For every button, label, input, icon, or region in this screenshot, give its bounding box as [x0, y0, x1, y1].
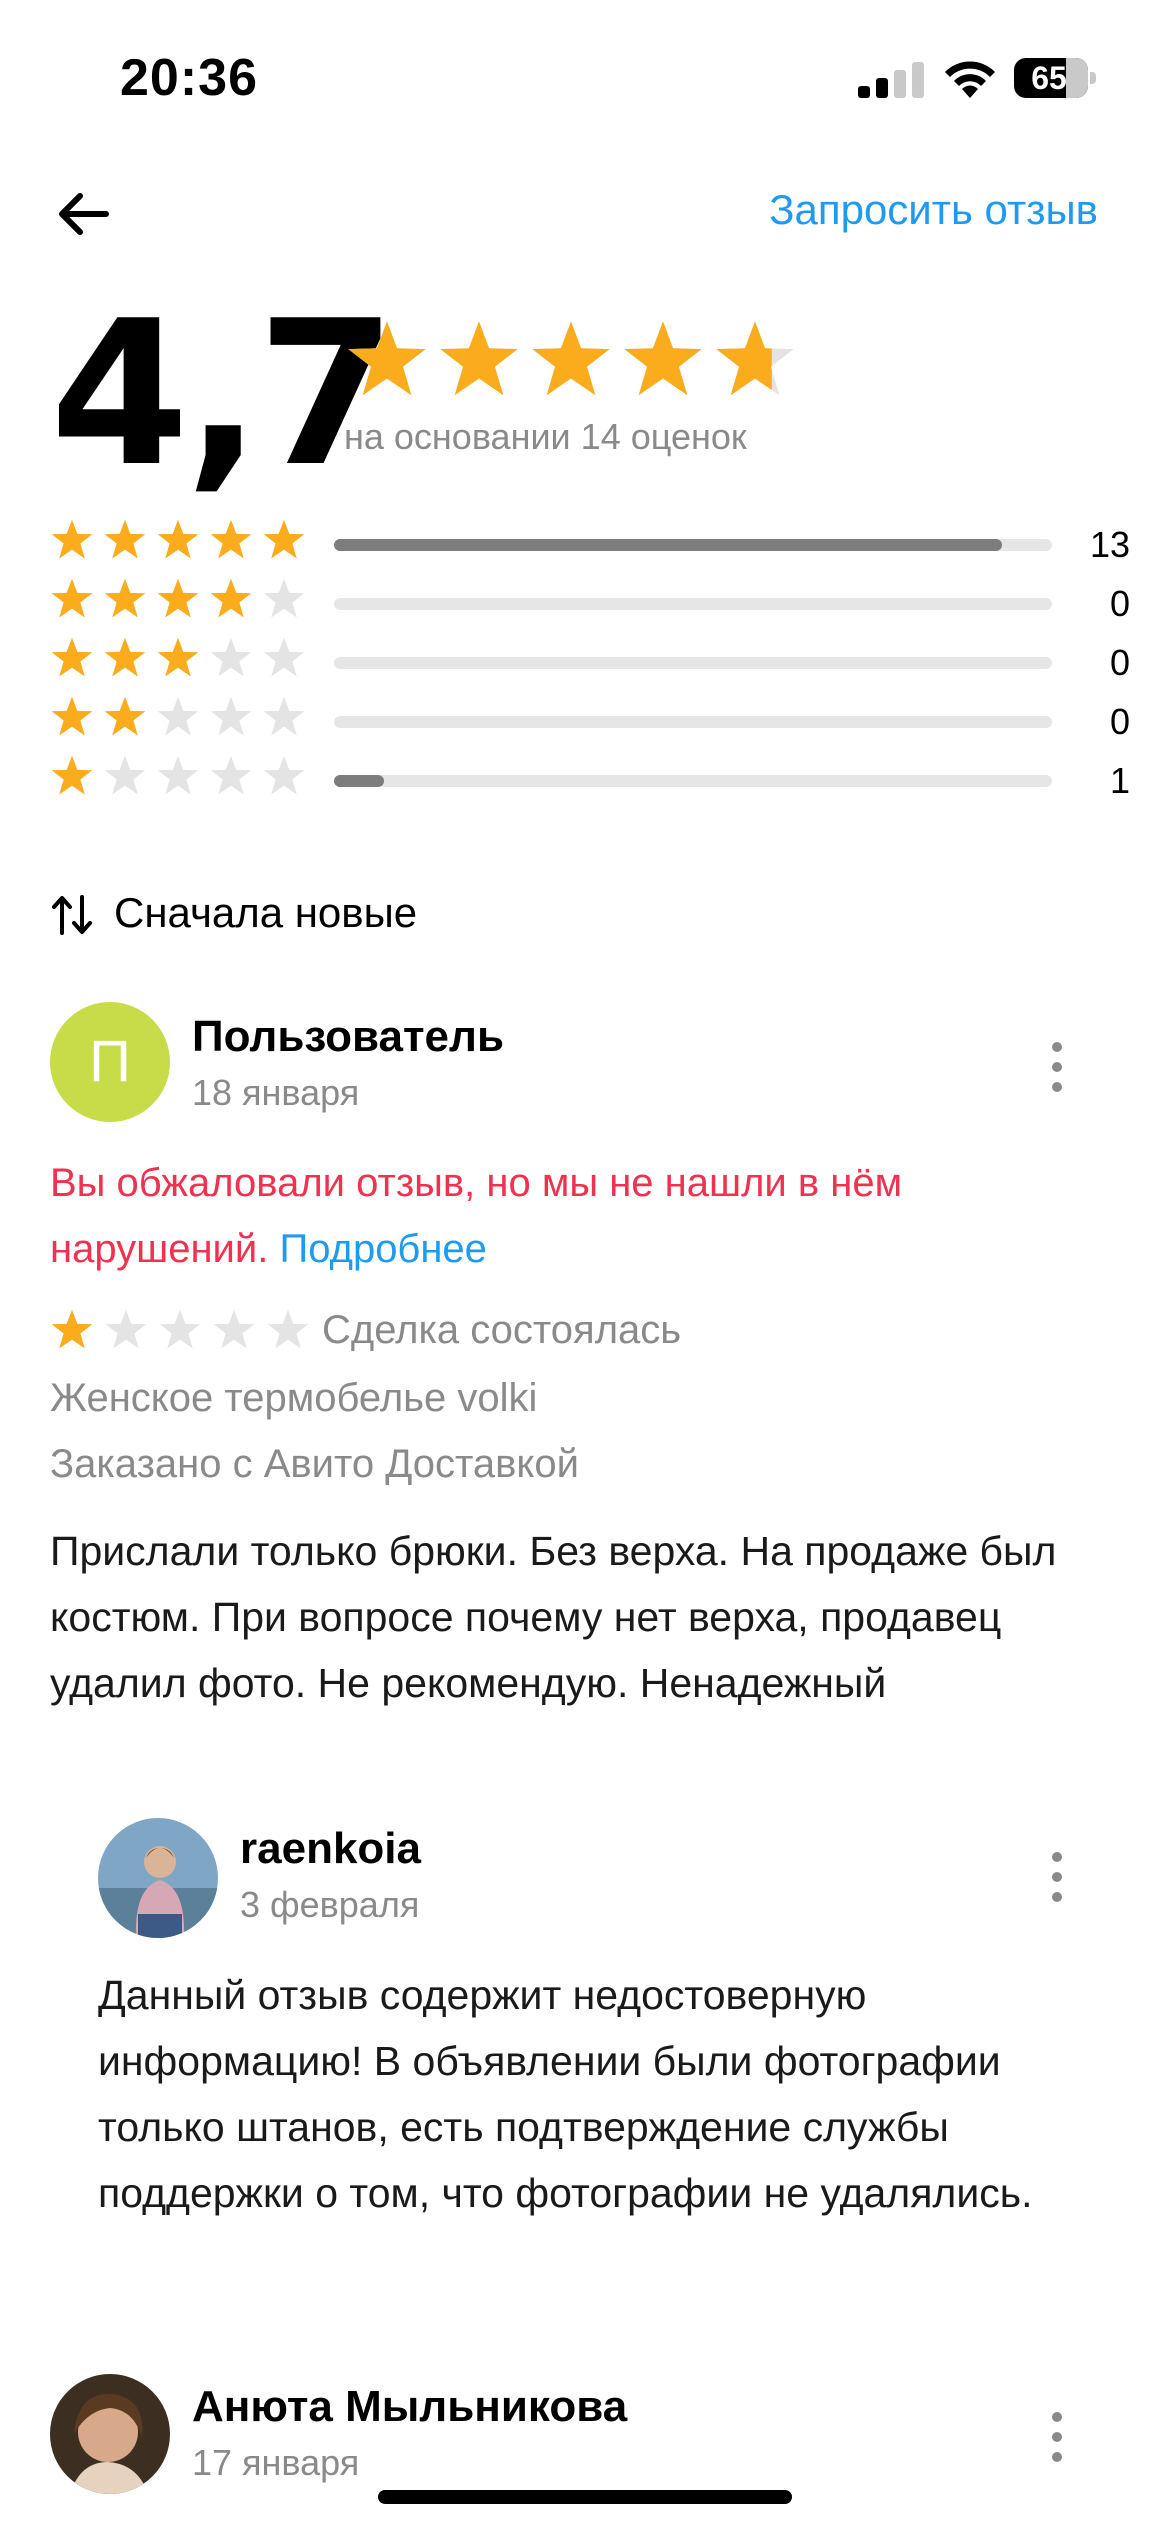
star-icon — [532, 321, 610, 396]
review-author: Пользователь — [192, 1012, 505, 1061]
star-icon — [263, 519, 305, 559]
star-icon — [263, 755, 305, 795]
star-icon — [210, 755, 252, 795]
distribution-row: 0 — [50, 577, 1130, 636]
distribution-bar — [334, 539, 1052, 551]
reply-text: Данный отзыв содержит недостоверную инфо… — [98, 1972, 1033, 2216]
distribution-count: 1 — [1109, 760, 1130, 801]
distribution-count: 13 — [1089, 524, 1130, 565]
battery-icon: 65 — [1014, 58, 1096, 98]
appeal-notice: Вы обжаловали отзыв, но мы не нашли в нё… — [50, 1150, 1120, 1282]
distribution-bar — [334, 775, 1052, 787]
appeal-more-link[interactable]: Подробнее — [279, 1227, 486, 1271]
star-icon — [348, 321, 426, 396]
distribution-bar — [334, 598, 1052, 610]
request-review-link[interactable]: Запросить отзыв — [769, 186, 1098, 234]
distribution-stars — [50, 577, 306, 625]
star-icon — [263, 637, 305, 677]
star-icon — [104, 755, 146, 795]
star-icon — [157, 578, 199, 618]
star-icon — [624, 321, 702, 396]
star-icon — [440, 321, 518, 396]
star-icon — [51, 637, 93, 677]
more-vertical-icon[interactable] — [1036, 1848, 1076, 1908]
review-stars — [50, 1308, 310, 1356]
distribution-row: 13 — [50, 518, 1130, 577]
back-arrow-icon[interactable] — [52, 182, 116, 246]
star-icon — [263, 578, 305, 618]
distribution-row: 1 — [50, 754, 1130, 813]
rating-distribution: 13 0 0 0 1 — [50, 518, 1130, 813]
distribution-stars — [50, 636, 306, 684]
distribution-bar-fill — [334, 775, 385, 787]
status-time: 20:36 — [120, 49, 258, 107]
avatar — [98, 1818, 218, 1938]
star-icon — [104, 696, 146, 736]
deal-status: Сделка состоялась — [322, 1308, 682, 1352]
star-icon — [105, 1309, 147, 1349]
home-indicator[interactable] — [378, 2490, 792, 2504]
star-icon — [157, 519, 199, 559]
distribution-bar — [334, 716, 1052, 728]
star-icon — [51, 578, 93, 618]
star-icon — [210, 578, 252, 618]
rating-count-text: на основании 14 оценок — [344, 416, 747, 457]
star-icon — [104, 519, 146, 559]
battery-level: 65 — [1031, 60, 1067, 96]
distribution-bar — [334, 657, 1052, 669]
distribution-row: 0 — [50, 695, 1130, 754]
star-icon — [51, 696, 93, 736]
star-icon — [104, 578, 146, 618]
distribution-bar-fill — [334, 539, 1002, 551]
distribution-count: 0 — [1109, 583, 1130, 624]
star-icon — [159, 1309, 201, 1349]
distribution-count: 0 — [1109, 642, 1130, 683]
sort-label: Сначала новые — [114, 889, 418, 936]
review-date: 18 января — [192, 1072, 360, 1113]
star-icon — [210, 696, 252, 736]
signal-icon — [858, 62, 924, 98]
sort-icon — [52, 895, 92, 935]
more-vertical-icon[interactable] — [1036, 1038, 1076, 1098]
distribution-stars — [50, 754, 306, 802]
more-vertical-icon[interactable] — [1036, 2408, 1076, 2468]
reply-author: raenkoia — [240, 1824, 421, 1873]
star-icon — [51, 755, 93, 795]
status-bar: 20:36 65 — [0, 0, 1170, 150]
star-icon — [716, 321, 794, 396]
review-date: 17 января — [192, 2442, 360, 2483]
star-icon — [51, 1309, 93, 1349]
star-icon — [104, 637, 146, 677]
star-icon — [213, 1309, 255, 1349]
average-stars — [345, 318, 797, 402]
wifi-icon — [945, 61, 995, 98]
item-title: Женское термобелье volki — [50, 1376, 538, 1420]
delivery-info: Заказано с Авито Доставкой — [50, 1442, 579, 1486]
star-icon — [267, 1309, 309, 1349]
star-icon — [157, 755, 199, 795]
star-icon — [157, 696, 199, 736]
average-rating: 4,7 — [50, 278, 396, 511]
star-icon — [210, 637, 252, 677]
distribution-row: 0 — [50, 636, 1130, 695]
distribution-count: 0 — [1109, 701, 1130, 742]
review-author: Анюта Мыльникова — [192, 2382, 628, 2431]
top-nav: Запросить отзыв — [0, 170, 1170, 250]
avatar: П — [50, 1002, 170, 1122]
review-text: Прислали только брюки. Без верха. На про… — [50, 1528, 1057, 1706]
avatar — [50, 2374, 170, 2494]
star-icon — [263, 696, 305, 736]
star-icon — [51, 519, 93, 559]
star-icon — [157, 637, 199, 677]
reply-date: 3 февраля — [240, 1884, 420, 1925]
distribution-stars — [50, 695, 306, 743]
star-icon — [210, 519, 252, 559]
distribution-stars — [50, 518, 306, 566]
